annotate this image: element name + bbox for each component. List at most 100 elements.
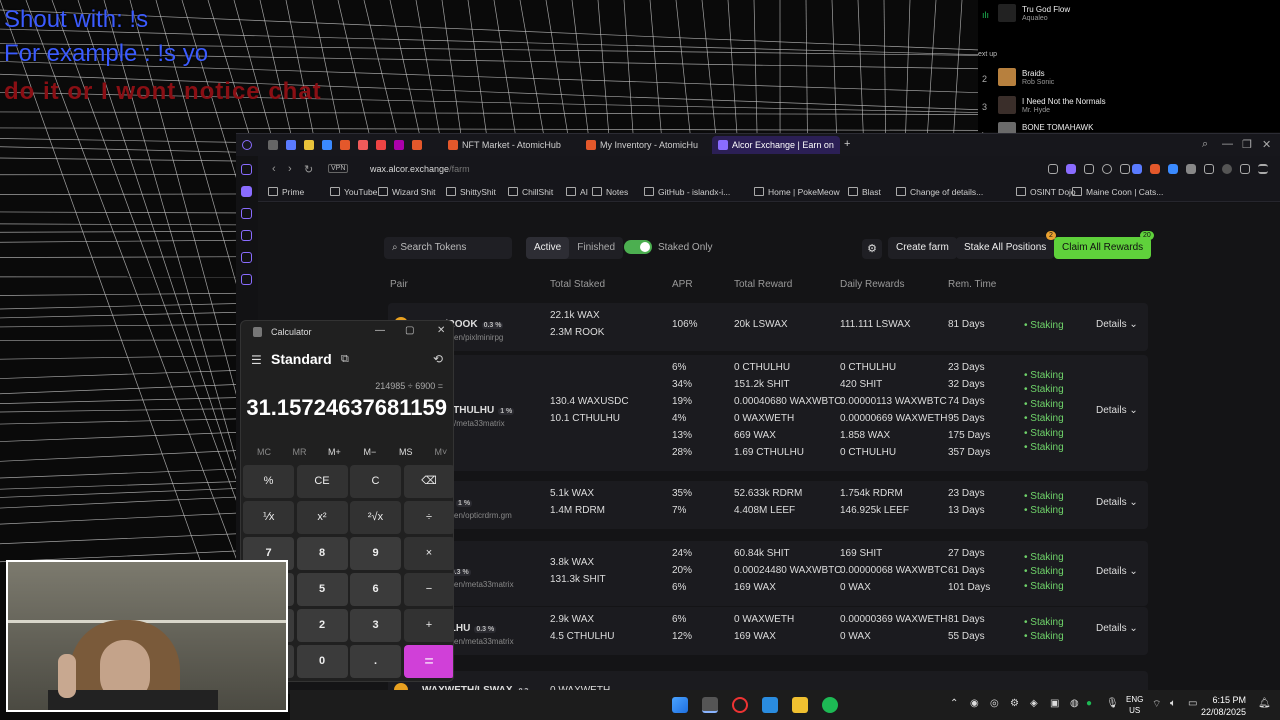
pair-creator[interactable]: en/meta33matrix xyxy=(454,637,514,646)
language-indicator[interactable]: ENG US xyxy=(1126,694,1143,716)
tab-nft-market[interactable]: NFT Market - AtomicHub xyxy=(442,136,567,154)
bookmark-item[interactable]: OSINT Dojo xyxy=(1016,187,1076,197)
pinned-tab-icon[interactable] xyxy=(358,140,368,150)
shield-icon[interactable] xyxy=(1066,164,1076,174)
calculator-taskbar-icon[interactable] xyxy=(702,697,718,713)
pinned-tab-icon[interactable] xyxy=(322,140,332,150)
tab-finished[interactable]: Finished xyxy=(569,237,623,259)
pair-creator[interactable]: /meta33matrix xyxy=(454,419,505,428)
calc-key[interactable]: 0 xyxy=(296,645,348,678)
queue-item[interactable]: 3 I Need Not the Normals Mr. Hyde xyxy=(978,96,1280,118)
vscode-taskbar-icon[interactable] xyxy=(762,697,778,713)
calc-key[interactable]: 3 xyxy=(350,609,401,642)
memory-button[interactable]: MC xyxy=(257,447,271,457)
tray-app-icon[interactable]: ◍ xyxy=(1070,698,1079,709)
close-icon[interactable]: ✕ xyxy=(437,325,445,336)
now-playing[interactable]: ılı Tru God Flow Aqualeo xyxy=(978,4,1280,26)
microphone-icon[interactable]: 🎙︎ xyxy=(1106,698,1119,709)
calc-key[interactable]: 8 xyxy=(296,537,348,570)
back-icon[interactable]: ‹ xyxy=(272,163,276,175)
bookmark-item[interactable]: AI xyxy=(566,187,588,197)
queue-item[interactable]: 2 Braids Rob Sonic xyxy=(978,68,1280,90)
calc-key[interactable]: 2 xyxy=(296,609,348,642)
bookmark-item[interactable]: Blast xyxy=(848,187,881,197)
vpn-badge[interactable]: VPN xyxy=(328,164,349,173)
taskbar-clock[interactable]: 6:15 PM 22/08/2025 xyxy=(1201,694,1246,718)
bookmark-item[interactable]: GitHub - islandx-i... xyxy=(644,187,730,197)
chevron-up-icon[interactable]: ⌃ xyxy=(950,698,958,709)
home-icon[interactable] xyxy=(241,164,252,175)
staked-only-toggle[interactable] xyxy=(624,240,652,254)
bookmark-item[interactable]: ShittyShit xyxy=(446,187,496,197)
tray-app-icon[interactable]: ⚙ xyxy=(1010,698,1019,709)
bookmark-item[interactable]: Home | PokeMeow xyxy=(754,187,840,197)
extension-icon[interactable] xyxy=(1186,164,1196,174)
url-field[interactable]: wax.alcor.exchange/farm xyxy=(370,164,470,174)
tab-alcor-exchange[interactable]: Alcor Exchange | Earn on xyxy=(712,136,840,154)
gx-icon[interactable] xyxy=(241,186,252,197)
maximize-icon[interactable]: ❐ xyxy=(1242,138,1252,151)
calc-key[interactable]: . xyxy=(350,645,401,678)
bookmark-item[interactable]: Wizard Shit xyxy=(378,187,435,197)
pair-creator[interactable]: en/meta33matrix xyxy=(454,580,514,589)
calc-key[interactable]: CE xyxy=(296,465,348,498)
calc-key[interactable]: ⅟x xyxy=(243,501,294,534)
settings-icon[interactable] xyxy=(241,274,252,285)
profile-icon[interactable] xyxy=(1222,164,1232,174)
details-button[interactable]: Details ⌄ xyxy=(1096,405,1138,416)
bookmark-item[interactable]: Change of details... xyxy=(896,187,983,197)
heart-icon[interactable] xyxy=(1102,164,1112,174)
calc-key[interactable]: × xyxy=(403,537,453,570)
memory-button[interactable]: M− xyxy=(364,447,377,457)
details-button[interactable]: Details ⌄ xyxy=(1096,497,1138,508)
extensions-puzzle-icon[interactable] xyxy=(1204,164,1214,174)
search-tabs-icon[interactable]: ⌕ xyxy=(1202,138,1208,151)
opera-logo-icon[interactable] xyxy=(242,140,252,150)
close-icon[interactable]: ✕ xyxy=(1262,138,1271,151)
tray-app-icon[interactable]: ◉ xyxy=(970,698,979,709)
menu-icon[interactable] xyxy=(1258,164,1268,174)
windows-start-icon[interactable] xyxy=(672,697,688,713)
extension-icon[interactable] xyxy=(1168,164,1178,174)
gear-icon[interactable]: ⚙ xyxy=(862,239,882,259)
bookmark-item[interactable]: YouTube xyxy=(330,187,377,197)
calc-key[interactable]: % xyxy=(243,465,294,498)
reload-icon[interactable]: ↻ xyxy=(304,163,313,176)
tray-app-icon[interactable]: ▣ xyxy=(1050,698,1059,709)
pinned-tab-icon[interactable] xyxy=(340,140,350,150)
minimize-icon[interactable]: — xyxy=(1222,138,1233,150)
new-tab-button[interactable]: + xyxy=(844,138,850,150)
battery-icon[interactable]: ▭ xyxy=(1188,698,1197,709)
calc-key[interactable]: + xyxy=(403,609,453,642)
bookmark-item[interactable]: ChillShit xyxy=(508,187,553,197)
calc-key[interactable]: x² xyxy=(296,501,348,534)
bookmark-item[interactable]: Notes xyxy=(592,187,628,197)
player-icon[interactable] xyxy=(241,208,252,219)
calc-key[interactable]: 6 xyxy=(350,573,401,606)
tab-active[interactable]: Active xyxy=(526,237,570,259)
memory-button[interactable]: MS xyxy=(399,447,413,457)
pair-creator[interactable]: en/pixlminirpg xyxy=(454,333,503,342)
play-icon[interactable] xyxy=(1084,164,1094,174)
search-input[interactable]: ⌕ Search Tokens xyxy=(384,237,512,259)
create-farm-button[interactable]: Create farm xyxy=(888,237,957,259)
calc-key[interactable]: 5 xyxy=(296,573,348,606)
wallet-icon[interactable] xyxy=(1120,164,1130,174)
spotify-tray-icon[interactable]: ● xyxy=(1086,698,1092,709)
header-total-staked[interactable]: Total Staked xyxy=(550,279,605,290)
tray-app-icon[interactable]: ◈ xyxy=(1030,698,1038,709)
header-apr[interactable]: APR xyxy=(672,279,693,290)
file-explorer-icon[interactable] xyxy=(792,697,808,713)
extension-icon[interactable] xyxy=(1150,164,1160,174)
claim-all-button[interactable]: Claim All Rewards xyxy=(1054,237,1152,259)
calc-key[interactable]: = xyxy=(403,645,453,678)
calc-key[interactable]: ⌫ xyxy=(403,465,453,498)
header-rem-time[interactable]: Rem. Time xyxy=(948,279,996,290)
tray-app-icon[interactable]: ◎ xyxy=(990,698,999,709)
minimize-icon[interactable]: — xyxy=(375,325,385,336)
details-button[interactable]: Details ⌄ xyxy=(1096,623,1138,634)
hamburger-menu-icon[interactable]: ☰ xyxy=(251,353,262,367)
keep-on-top-icon[interactable]: ⧉ xyxy=(341,353,349,366)
opera-gx-taskbar-icon[interactable] xyxy=(732,697,748,713)
stake-all-button[interactable]: Stake All Positions xyxy=(956,237,1055,259)
